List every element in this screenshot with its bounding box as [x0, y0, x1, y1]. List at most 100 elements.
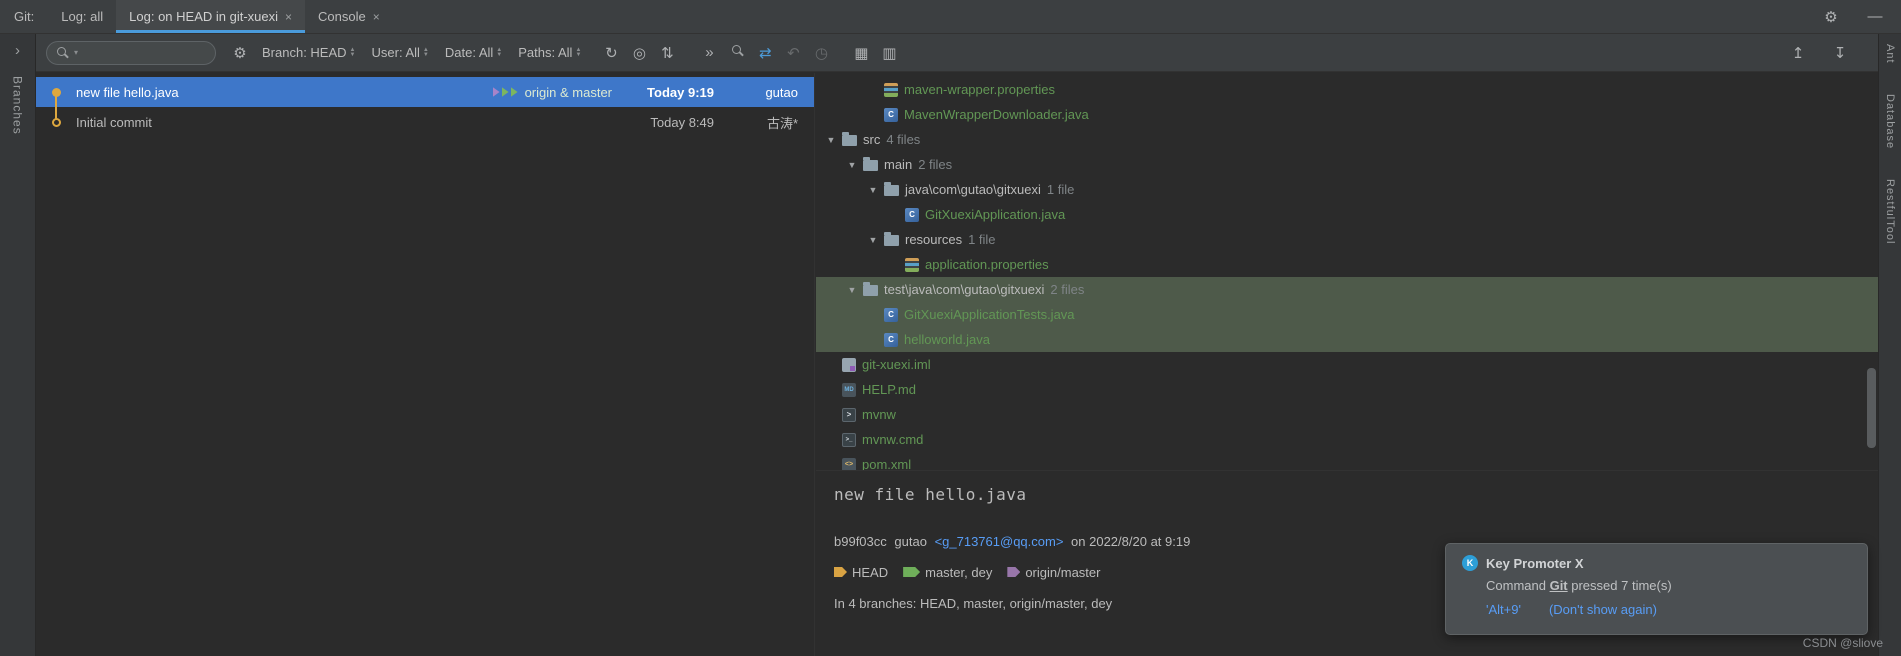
iml-file-icon: [842, 357, 856, 372]
close-icon[interactable]: ×: [373, 10, 380, 24]
hide-window-icon[interactable]: —: [1861, 8, 1889, 25]
properties-file-icon: [905, 257, 919, 272]
stripe-item-database[interactable]: Database: [1884, 94, 1896, 149]
tab-label: Log: all: [61, 9, 104, 24]
tree-row[interactable]: application.properties: [816, 252, 1878, 277]
ref-tag-label: origin/master: [1025, 565, 1101, 580]
folder-icon: [842, 132, 857, 146]
key-promoter-notification: K Key Promoter X Command Git pressed 7 t…: [1445, 543, 1868, 635]
tree-row[interactable]: pom.xml: [816, 452, 1878, 470]
notification-body-suffix: pressed 7 time(s): [1567, 578, 1672, 593]
undo-icon[interactable]: ↶: [779, 44, 807, 62]
stripe-item-ant[interactable]: Ant: [1884, 44, 1896, 64]
close-icon[interactable]: ×: [285, 10, 292, 24]
graph-node-cell: [36, 117, 76, 127]
search-input[interactable]: ▾: [46, 40, 216, 65]
stripe-item-restfultool[interactable]: RestfulTool: [1884, 179, 1896, 244]
expand-arrow-icon[interactable]: ▼: [826, 135, 836, 145]
tab[interactable]: Console ×: [305, 0, 393, 33]
tree-row[interactable]: mvnw.cmd: [816, 427, 1878, 452]
ref-tag[interactable]: HEAD: [834, 565, 888, 580]
local-branch-arrow-icon: [510, 87, 518, 97]
expand-arrow-icon[interactable]: ▼: [868, 235, 878, 245]
tree-row[interactable]: HELP.md: [816, 377, 1878, 402]
commit-row[interactable]: Initial commit Today 8:49 古涛*: [36, 107, 814, 137]
dont-show-again-link[interactable]: (Don't show again): [1549, 602, 1657, 617]
filter-label: Branch: HEAD: [262, 45, 347, 60]
recent-icon[interactable]: ◷: [807, 44, 835, 62]
tree-row[interactable]: GitXuexiApplicationTests.java: [816, 302, 1878, 327]
intellisort-icon[interactable]: ◎: [625, 44, 653, 62]
properties-file-icon: [884, 82, 898, 97]
tree-row[interactable]: git-xuexi.iml: [816, 352, 1878, 377]
refresh-icon[interactable]: ↻: [597, 44, 625, 62]
ref-tag[interactable]: origin/master: [1007, 565, 1100, 580]
filter-label: Date: All: [444, 45, 494, 60]
ref-flag-icon: [1007, 565, 1021, 580]
tree-item-label: src: [863, 132, 881, 147]
tree-item-label: MavenWrapperDownloader.java: [904, 107, 1089, 122]
left-tool-stripe: › Branches: [0, 34, 36, 656]
tree-row[interactable]: ▼ test\java\com\gutao\gitxuexi 2 files: [816, 277, 1878, 302]
author-email-link[interactable]: <g_713761@qq.com>: [935, 534, 1064, 549]
navigate-hash-icon[interactable]: ⇄: [751, 44, 779, 62]
tool-window-tabbar: Git: Log: all Log: on HEAD in git-xuexi …: [0, 0, 1901, 34]
tree-item-label: java\com\gutao\gitxuexi: [905, 182, 1041, 197]
tree-row[interactable]: maven-wrapper.properties: [816, 77, 1878, 102]
commit-date: on 2022/8/20 at 9:19: [1071, 534, 1191, 549]
tree-row[interactable]: ▼ src 4 files: [816, 127, 1878, 152]
class-file-icon: [884, 332, 898, 347]
commit-author: gutao: [894, 534, 927, 549]
watermark: CSDN @sliove: [1802, 636, 1883, 650]
commit-refs[interactable]: origin & master: [492, 85, 612, 100]
stripe-item-branches[interactable]: Branches: [11, 76, 25, 135]
tree-row[interactable]: ▼ main 2 files: [816, 152, 1878, 177]
filter-gear-icon[interactable]: ⚙: [226, 44, 254, 62]
tree-row[interactable]: GitXuexiApplication.java: [816, 202, 1878, 227]
details-view-icon[interactable]: ▥: [875, 44, 903, 62]
expand-arrow-icon[interactable]: ▼: [868, 185, 878, 195]
commit-row[interactable]: new file hello.java origin & master Toda…: [36, 77, 814, 107]
shell-file-icon: [842, 407, 856, 422]
filter-dropdown[interactable]: Paths: All: [518, 45, 581, 60]
filter-dropdown[interactable]: Date: All: [445, 45, 502, 60]
filter-dropdown[interactable]: User: All: [372, 45, 429, 60]
shortcut-link[interactable]: 'Alt+9': [1486, 602, 1521, 617]
expand-all-icon[interactable]: ↧: [1826, 44, 1854, 62]
collapse-all-icon[interactable]: ↥: [1784, 44, 1812, 62]
tree-row[interactable]: helloworld.java: [816, 327, 1878, 352]
tree-row[interactable]: mvnw: [816, 402, 1878, 427]
expand-arrow-icon[interactable]: ▼: [847, 160, 857, 170]
magnifier-icon: [731, 44, 744, 57]
tree-item-label: git-xuexi.iml: [862, 357, 931, 372]
collapse-branches-icon[interactable]: ⇅: [653, 44, 681, 62]
tree-scrollbar[interactable]: [1867, 368, 1876, 448]
grid-view-icon[interactable]: ▦: [847, 44, 875, 62]
settings-gear-icon[interactable]: ⚙: [1817, 8, 1845, 26]
more-actions-icon[interactable]: »: [695, 44, 723, 61]
commit-message: new file hello.java: [76, 84, 179, 100]
tree-item-label: helloworld.java: [904, 332, 990, 347]
filter-label: Paths: All: [518, 45, 573, 60]
tree-item-label: application.properties: [925, 257, 1049, 272]
search-commits-icon[interactable]: [723, 44, 751, 61]
tab[interactable]: Log: all: [48, 0, 116, 33]
ref-tag[interactable]: master, dey: [903, 565, 992, 580]
folder-icon: [863, 282, 878, 296]
updown-arrows-icon: [350, 48, 356, 58]
ref-tag-label: HEAD: [852, 565, 889, 580]
tree-item-label: main: [884, 157, 913, 172]
tree-row[interactable]: ▼ resources 1 file: [816, 227, 1878, 252]
filter-dropdown[interactable]: Branch: HEAD: [262, 45, 356, 60]
folder-icon: [884, 182, 899, 196]
class-file-icon: [905, 207, 919, 222]
expand-stripe-icon[interactable]: ›: [15, 42, 20, 64]
right-tool-stripe: Ant Database RestfulTool: [1878, 34, 1901, 656]
tree-item-count: 2 files: [918, 157, 953, 172]
tree-item-count: 4 files: [886, 132, 921, 147]
chevron-down-icon[interactable]: ▾: [74, 48, 78, 57]
expand-arrow-icon[interactable]: ▼: [847, 285, 857, 295]
tree-row[interactable]: MavenWrapperDownloader.java: [816, 102, 1878, 127]
tree-row[interactable]: ▼ java\com\gutao\gitxuexi 1 file: [816, 177, 1878, 202]
tab[interactable]: Log: on HEAD in git-xuexi ×: [116, 0, 306, 33]
